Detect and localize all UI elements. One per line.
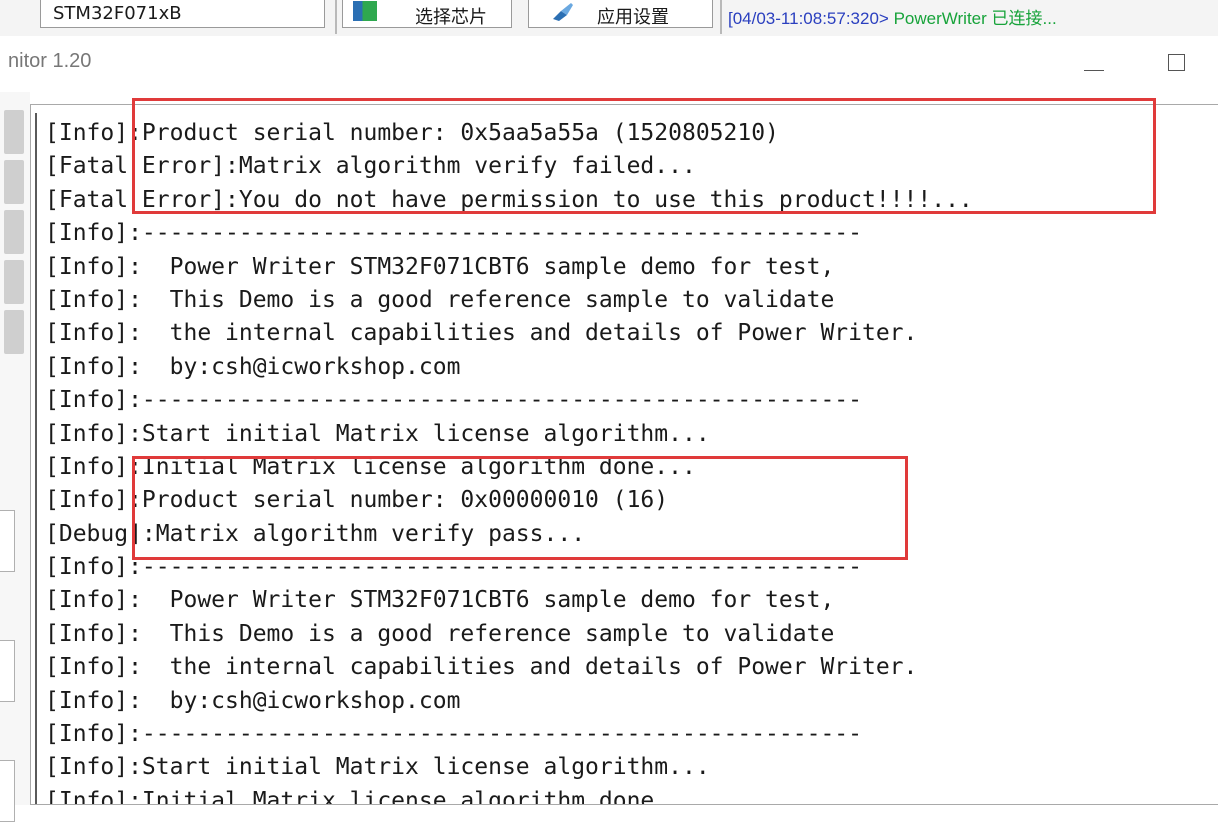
log-line: [Info]: the internal capabilities and de… — [45, 654, 918, 681]
status-timestamp: [04/03-11:08:57:320> — [728, 9, 889, 28]
minimize-icon — [1084, 70, 1104, 71]
sidebar-field[interactable] — [0, 640, 15, 702]
sidebar-button[interactable] — [4, 310, 24, 354]
log-list: [Info]:Product serial number: 0x5aa5a55a… — [45, 117, 973, 805]
device-select-label: STM32F071xB — [53, 3, 182, 24]
settings-pen-icon — [551, 1, 575, 21]
log-line: [Info]:---------------------------------… — [45, 554, 862, 581]
window-title: nitor 1.20 — [8, 50, 92, 72]
sidebar-button[interactable] — [4, 210, 24, 254]
window-titlebar: nitor 1.20 — [0, 36, 1218, 92]
status-text: PowerWriter 已连接... — [888, 9, 1057, 28]
log-output[interactable]: [Info]:Product serial number: 0x5aa5a55a… — [35, 113, 1217, 805]
maximize-icon — [1168, 54, 1185, 71]
toolbar-divider — [720, 0, 722, 34]
sidebar-button[interactable] — [4, 110, 24, 154]
select-chip-button[interactable]: 选择芯片 — [342, 0, 512, 28]
toolbar-divider — [335, 0, 337, 34]
log-line: [Info]:Product serial number: 0x00000010… — [45, 487, 669, 514]
log-line: [Info]:Start initial Matrix license algo… — [45, 420, 710, 447]
chip-icon — [353, 1, 377, 21]
log-line: [Debug]:Matrix algorithm verify pass... — [45, 520, 586, 547]
log-line: [Info]: Power Writer STM32F071CBT6 sampl… — [45, 587, 835, 614]
log-line: [Info]:Initial Matrix license algorithm … — [45, 453, 696, 480]
app-settings-label: 应用设置 — [597, 7, 669, 28]
log-panel[interactable]: [Info]:Product serial number: 0x5aa5a55a… — [30, 104, 1218, 805]
sidebar-button[interactable] — [4, 260, 24, 304]
select-chip-label: 选择芯片 — [415, 7, 487, 28]
top-toolbar: STM32F071xB 选择芯片 应用设置 [04/03-11:08:57:32… — [0, 0, 1218, 36]
log-line: [Info]: the internal capabilities and de… — [45, 320, 918, 347]
log-line: [Info]: Power Writer STM32F071CBT6 sampl… — [45, 253, 835, 280]
log-line: [Info]:---------------------------------… — [45, 721, 862, 748]
log-line: [Info]: This Demo is a good reference sa… — [45, 286, 835, 313]
log-line: [Info]:---------------------------------… — [45, 387, 862, 414]
sidebar-field[interactable] — [0, 510, 15, 572]
log-line: [Info]:Initial Matrix license algorithm … — [45, 787, 696, 805]
log-line: [Info]:---------------------------------… — [45, 220, 862, 247]
left-sidebar — [0, 92, 30, 822]
log-line: [Info]: This Demo is a good reference sa… — [45, 620, 835, 647]
app-settings-button[interactable]: 应用设置 — [528, 0, 713, 28]
minimize-button[interactable] — [1078, 48, 1114, 82]
log-line: [Info]: by:csh@icworkshop.com — [45, 353, 461, 380]
status-message: [04/03-11:08:57:320> PowerWriter 已连接... — [728, 4, 1057, 29]
log-line: [Fatal Error]:You do not have permission… — [45, 186, 973, 213]
log-line: [Info]:Product serial number: 0x5aa5a55a… — [45, 120, 779, 146]
log-line: [Info]: by:csh@icworkshop.com — [45, 687, 461, 714]
sidebar-field[interactable] — [0, 760, 15, 822]
log-line: [Fatal Error]:Matrix algorithm verify fa… — [45, 153, 696, 180]
maximize-button[interactable] — [1160, 48, 1196, 82]
device-select[interactable]: STM32F071xB — [40, 0, 325, 28]
sidebar-button[interactable] — [4, 160, 24, 204]
log-line: [Info]:Start initial Matrix license algo… — [45, 754, 710, 781]
